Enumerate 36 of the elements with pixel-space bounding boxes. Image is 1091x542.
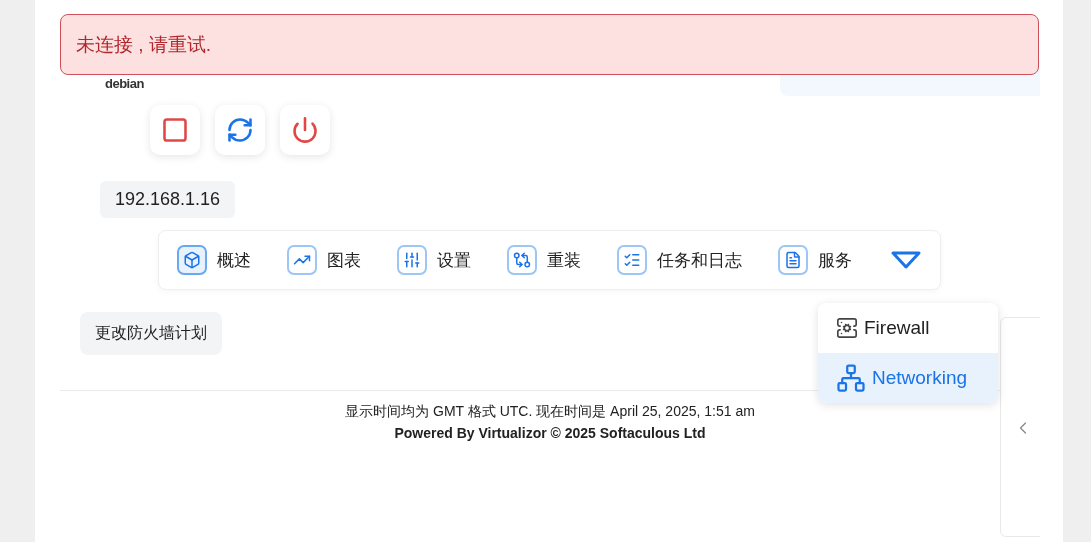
checklist-icon [617,245,647,275]
server-icon [836,317,858,339]
sliders-icon [397,245,427,275]
tab-label: 重装 [547,249,581,272]
arrows-icon [507,245,537,275]
error-alert: 未连接 , 请重试. [60,14,1039,75]
logo-text: debian [105,76,144,91]
cube-icon [177,245,207,275]
tab-label: 任务和日志 [657,249,742,272]
tab-label: 概述 [217,249,251,272]
menu-item-label: Firewall [864,317,930,339]
document-icon [778,245,808,275]
refresh-icon [226,116,254,144]
tab[interactable]: 概述 [177,245,251,275]
tab[interactable]: 图表 [287,245,361,275]
caret-icon [890,249,922,271]
power-icon [291,116,319,144]
power-button[interactable] [280,105,330,155]
tab[interactable]: 服务 [778,245,852,275]
menu-item-label: Networking [872,367,968,389]
tab[interactable]: 设置 [397,245,471,275]
timezone-note: 显示时间均为 GMT 格式 UTC. 现在时间是 April 25, 2025, 1:51 am [345,403,755,421]
ip-address: 192.168.1.16 [100,181,236,218]
network-icon [836,363,866,393]
menu-item[interactable]: Networking [818,353,998,403]
powered-by-text: Powered By Virtualizor © 2025 Softaculous Ltd [394,425,706,441]
menu-item[interactable]: Firewall [818,303,998,353]
tab-label: 图表 [327,249,361,272]
tab[interactable]: 重装 [507,245,581,275]
tab[interactable]: 任务和日志 [617,245,742,275]
tab-label: 设置 [437,249,471,272]
change-plan-button[interactable]: 更改防火墙计划 [80,312,222,355]
stop-button[interactable] [150,105,200,155]
square-icon [161,116,189,144]
restart-button[interactable] [215,105,265,155]
tab-label: 服务 [818,249,852,272]
